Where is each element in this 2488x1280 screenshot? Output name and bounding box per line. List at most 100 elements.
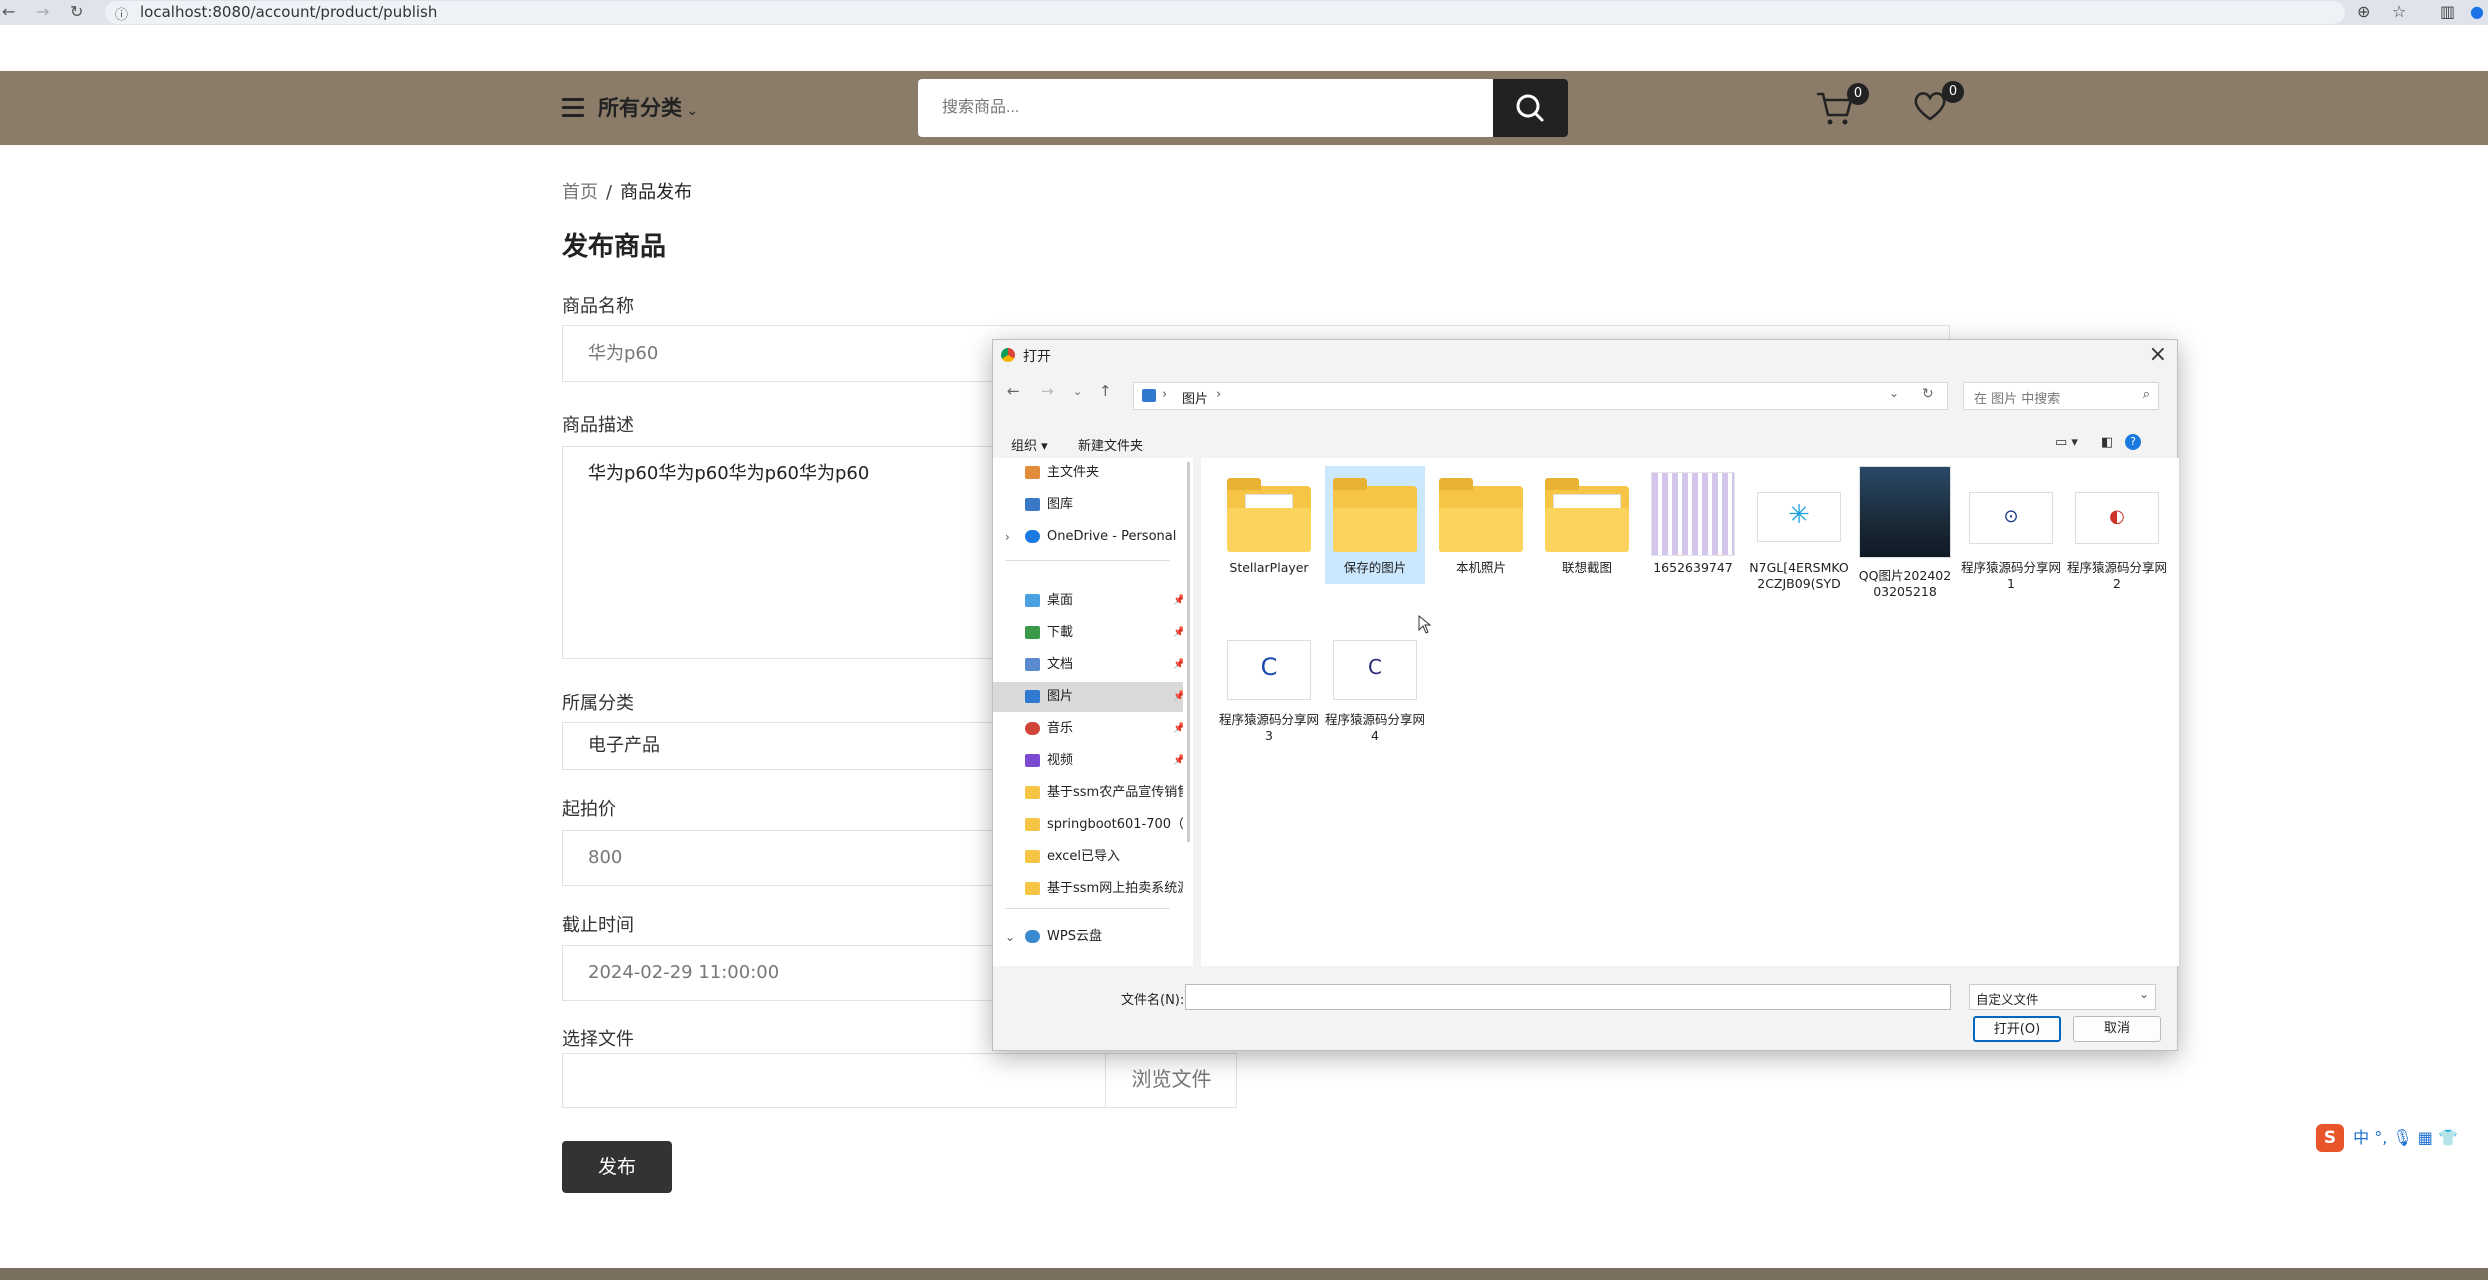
url-text[interactable]: localhost:8080/account/product/publish [140,3,437,21]
pictures-icon [1142,389,1156,402]
new-folder-button[interactable]: 新建文件夹 [1078,435,1143,454]
nav-item-folder[interactable]: excel已导入 [993,842,1183,872]
file-item-image[interactable]: ✳ N7GL[4ERSMKO2CZJB09(SYD [1749,466,1849,591]
pin-icon: 📌 [1173,595,1183,606]
file-item-folder[interactable]: 联想截图 [1537,466,1637,584]
forward-icon[interactable]: → [1041,382,1054,400]
wishlist-button[interactable]: 0 [1912,81,1964,127]
nav-item-music[interactable]: 音乐 📌 [993,714,1183,744]
cloud-icon [1025,530,1040,543]
wps-cloud-icon [1025,930,1040,943]
nav-divider [1005,560,1170,561]
site-header: 所有分类 ⌄ 0 0 [0,71,2488,145]
ime-toolbar: S 中 °, 🎙 ▦ 👕 [2316,1124,2488,1154]
nav-item-documents[interactable]: 文档 📌 [993,650,1183,680]
search-input[interactable] [918,79,1494,137]
bookmark-star-icon[interactable]: ☆ [2392,2,2406,21]
cart-button[interactable]: 0 [1815,83,1869,131]
dialog-search-placeholder: 在 图片 中搜索 [1974,392,2061,407]
chevron-down-icon: ⌄ [2138,987,2149,1001]
page-title: 发布商品 [562,232,667,262]
home-icon [1025,466,1040,479]
folder-icon [1545,478,1629,552]
up-icon[interactable]: ↑ [1099,382,1112,400]
back-icon[interactable]: ← [1007,382,1020,400]
pictures-icon [1025,690,1040,703]
nav-item-desktop[interactable]: 桌面 📌 [993,586,1183,616]
nav-item-folder[interactable]: 基于ssm农产品宣传销售平 [993,778,1183,808]
reload-icon[interactable]: ↻ [70,2,83,21]
skin-icon[interactable]: 👕 [2438,1128,2458,1147]
search-icon [1516,94,1544,122]
nav-item-home[interactable]: 主文件夹 [993,458,1183,488]
file-item-image[interactable]: ⊙ 程序猿源码分享网1 [1961,466,2061,591]
microphone-icon[interactable]: 🎙 [2392,1128,2412,1147]
nav-item-folder[interactable]: 基于ssm网上拍卖系统源码 [993,874,1183,904]
site-info-icon[interactable]: ⓘ [115,4,128,23]
dialog-search-input[interactable]: 在 图片 中搜索 ⌕ [1963,382,2159,410]
ime-mode-toggle[interactable]: 中 [2353,1128,2369,1147]
recent-locations-icon[interactable]: ⌄ [1073,385,1082,398]
side-panel-icon[interactable]: ▥ [2440,2,2455,21]
file-item-folder[interactable]: 本机照片 [1431,466,1531,584]
help-icon[interactable]: ? [2125,434,2141,450]
sogou-ime-logo-icon[interactable]: S [2316,1124,2344,1152]
file-item-image[interactable]: QQ图片20240203205218 [1855,466,1955,599]
punctuation-icon[interactable]: °, [2374,1128,2387,1147]
keyboard-icon[interactable]: ▦ [2418,1128,2433,1147]
hamburger-icon[interactable] [562,98,584,117]
file-item-image[interactable]: C 程序猿源码分享网3 [1219,618,1319,743]
organize-menu[interactable]: 组织 ▾ [1011,435,1048,454]
file-list: StellarPlayer 保存的图片 本机照片 联想截图 1652639747… [1201,458,2179,966]
banner-thumbnail: ⊙ [1969,492,2053,544]
pin-icon: 📌 [1173,627,1183,638]
product-name-label: 商品名称 [562,296,634,317]
nav-item-folder[interactable]: springboot601-700（jav [993,810,1183,840]
path-bar[interactable]: › 图片 › ⌄ ↻ [1133,382,1948,410]
nav-item-onedrive[interactable]: OneDrive - Personal [993,522,1183,552]
forward-icon[interactable]: → [36,2,49,21]
footer [0,1268,2488,1280]
banner-thumbnail: ◐ [2075,492,2159,544]
cancel-button[interactable]: 取消 [2073,1016,2161,1042]
view-options-icon[interactable]: ▭ ▾ [2055,435,2078,450]
gallery-icon [1025,498,1040,511]
path-chevron-icon: › [1162,387,1168,402]
back-icon[interactable]: ← [2,2,15,21]
filetype-select[interactable]: 自定义文件 ⌄ [1969,984,2156,1010]
file-item-folder[interactable]: 保存的图片 [1325,466,1425,584]
product-desc-label: 商品描述 [562,415,634,436]
filename-input[interactable] [1185,984,1951,1010]
pin-icon: 📌 [1173,755,1183,766]
zoom-icon[interactable]: ⊕ [2357,2,2370,21]
nav-item-gallery[interactable]: 图库 [993,490,1183,520]
nav-item-pictures[interactable]: 图片 📌 [993,682,1183,712]
folder-icon [1025,786,1040,799]
breadcrumb-home-link[interactable]: 首页 [562,182,598,203]
close-icon[interactable]: × [2149,342,2167,367]
search-button[interactable] [1493,79,1568,137]
all-categories-menu[interactable]: 所有分类 ⌄ [598,92,698,122]
nav-scrollbar[interactable] [1187,462,1190,842]
open-button[interactable]: 打开(O) [1973,1016,2061,1042]
file-item-image[interactable]: C 程序猿源码分享网4 [1325,618,1425,743]
refresh-icon[interactable]: ↻ [1922,386,1934,402]
path-history-dropdown-icon[interactable]: ⌄ [1889,386,1899,400]
preview-pane-icon[interactable]: ◧ [2101,435,2113,450]
nav-item-downloads[interactable]: 下載 📌 [993,618,1183,648]
publish-button[interactable]: 发布 [562,1141,672,1193]
breadcrumb-separator: / [606,182,613,203]
path-text[interactable]: 图片 [1182,388,1208,407]
file-item-folder[interactable]: StellarPlayer [1219,466,1319,584]
nav-item-videos[interactable]: 视频 📌 [993,746,1183,776]
category-label: 所属分类 [562,693,634,714]
nav-item-wps-cloud[interactable]: WPS云盘 [993,922,1183,952]
pin-icon: 📌 [1173,723,1183,734]
file-item-image[interactable]: ◐ 程序猿源码分享网2 [2067,466,2167,591]
dialog-title: 打开 [1023,349,1051,365]
logo-thumbnail: ✳ [1757,492,1841,542]
browse-files-button[interactable]: 浏览文件 [1105,1053,1237,1108]
profile-icon[interactable]: ● [2470,2,2484,21]
file-item-image[interactable]: 1652639747 [1643,466,1743,584]
address-bar[interactable]: ⓘ [105,1,2345,24]
